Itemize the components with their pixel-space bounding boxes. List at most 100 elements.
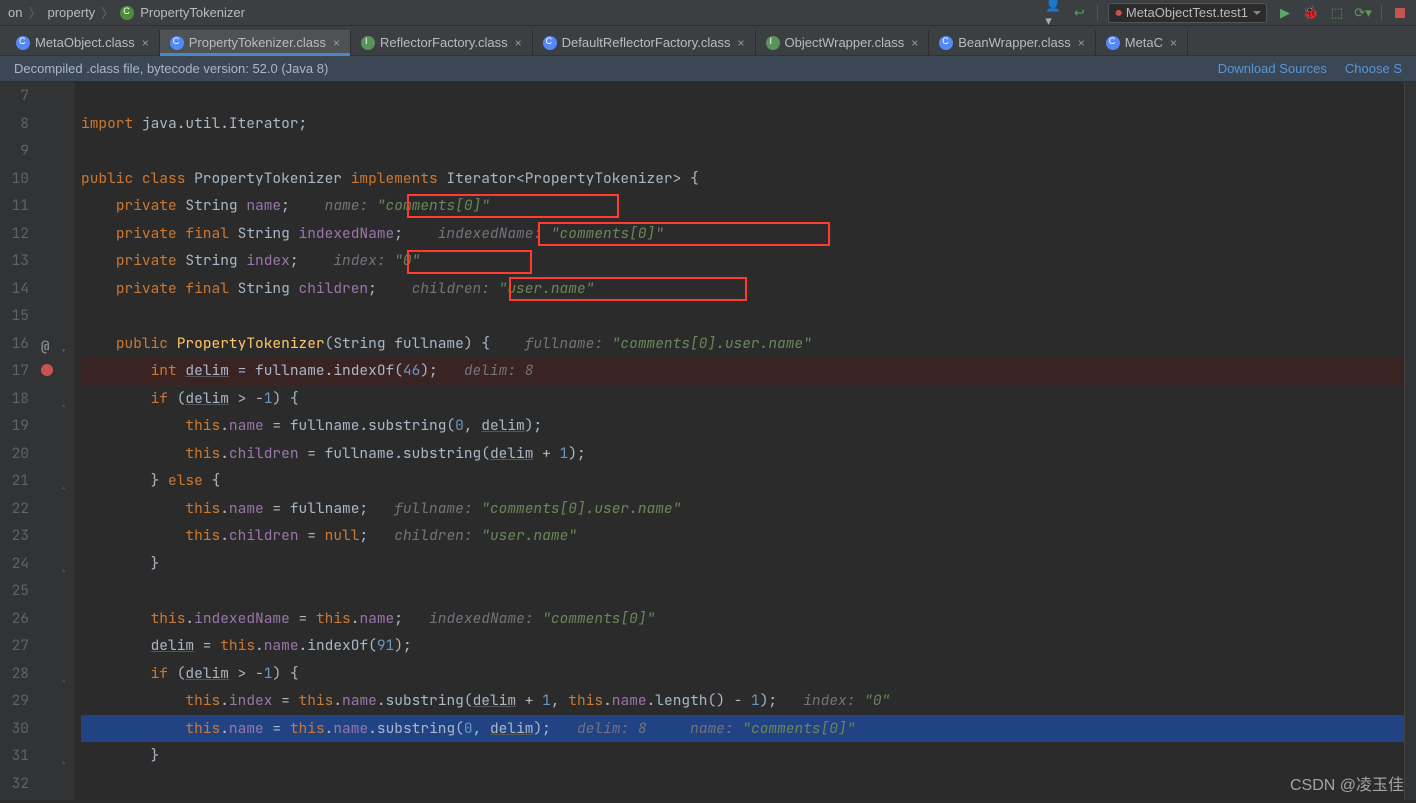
tab-label: PropertyTokenizer.class [189,35,326,50]
code-line[interactable]: } [81,742,1404,770]
close-icon[interactable]: × [738,36,745,50]
code-line[interactable]: this.index = this.name.substring(delim +… [81,687,1404,715]
coverage-button[interactable]: ⬚ [1329,5,1345,21]
line-number[interactable]: 23 [0,522,29,550]
run-config-selector[interactable]: ⏺MetaObjectTest.test1 [1108,3,1267,23]
line-number[interactable]: 15 [0,302,29,330]
code-line[interactable]: this.indexedName = this.name; indexedNam… [81,605,1404,633]
breadcrumb-item[interactable]: PropertyTokenizer [140,5,245,20]
editor-tab[interactable]: MetaC× [1096,30,1188,55]
run-button[interactable]: ▶ [1277,5,1293,21]
line-number[interactable]: 21 [0,467,29,495]
code-line[interactable]: public PropertyTokenizer(String fullname… [81,330,1404,358]
line-number[interactable]: 18 [0,385,29,413]
code-line[interactable]: if (delim > -1) { [81,385,1404,413]
back-icon[interactable]: ↩ [1071,5,1087,21]
line-number[interactable]: 11 [0,192,29,220]
profile-button[interactable]: ⟳▾ [1355,5,1371,21]
line-number[interactable]: 16 [0,330,29,358]
line-number[interactable]: 27 [0,632,29,660]
line-number[interactable]: 25 [0,577,29,605]
code-line[interactable]: this.name = fullname; fullname: "comment… [81,495,1404,523]
code-line[interactable]: this.name = fullname.substring(0, delim)… [81,412,1404,440]
class-icon [170,36,184,50]
editor-tab[interactable]: MetaObject.class × [6,30,160,55]
user-icon[interactable]: 👤▾ [1045,5,1061,21]
line-number[interactable]: 14 [0,275,29,303]
close-icon[interactable]: × [142,36,149,50]
editor-tab[interactable]: ReflectorFactory.class× [351,30,533,55]
line-gutter[interactable]: 7891011121314151617181920212223242526272… [0,82,35,800]
code-line[interactable]: private final String children; children:… [81,275,1404,303]
code-line[interactable]: private String index; index: "0" [81,247,1404,275]
code-line[interactable] [81,82,1404,110]
code-line[interactable]: this.name = this.name.substring(0, delim… [81,715,1404,743]
code-line[interactable] [81,770,1404,798]
tab-label: DefaultReflectorFactory.class [562,35,731,50]
line-number[interactable]: 30 [0,715,29,743]
separator [1097,5,1098,21]
line-number[interactable]: 19 [0,412,29,440]
gutter-icons[interactable]: @▾▵▵▵▵▵ [35,82,75,800]
close-icon[interactable]: × [911,36,918,50]
right-gutter[interactable] [1404,82,1416,800]
close-icon[interactable]: × [515,36,522,50]
line-number[interactable]: 22 [0,495,29,523]
interface-icon [361,36,375,50]
code-line[interactable]: int delim = fullname.indexOf(46); delim:… [81,357,1404,385]
editor-tab[interactable]: DefaultReflectorFactory.class × [533,30,756,55]
line-number[interactable]: 20 [0,440,29,468]
editor-tab[interactable]: PropertyTokenizer.class × [160,30,351,55]
code-line[interactable] [81,137,1404,165]
line-number[interactable]: 31 [0,742,29,770]
editor-tab[interactable]: ObjectWrapper.class× [756,30,930,55]
breadcrumb-item[interactable]: property [47,5,95,20]
line-number[interactable]: 9 [0,137,29,165]
line-number[interactable]: 32 [0,770,29,798]
code-line[interactable]: private final String indexedName; indexe… [81,220,1404,248]
line-number[interactable]: 29 [0,687,29,715]
editor-tabs: MetaObject.class×PropertyTokenizer.class… [0,26,1416,56]
debug-button[interactable]: 🐞 [1303,5,1319,21]
line-number[interactable]: 13 [0,247,29,275]
code-line[interactable]: } else { [81,467,1404,495]
line-number[interactable]: 17 [0,357,29,385]
watermark: CSDN @凌玉佳 [1290,771,1404,795]
chevron-right-icon: 〉 [101,3,114,22]
code-line[interactable]: this.children = fullname.substring(delim… [81,440,1404,468]
separator [1381,5,1382,21]
close-icon[interactable]: × [333,36,340,50]
line-number[interactable]: 8 [0,110,29,138]
close-icon[interactable]: × [1078,36,1085,50]
tab-label: BeanWrapper.class [958,35,1071,50]
override-icon[interactable]: @ [41,334,55,348]
stop-button[interactable] [1392,5,1408,21]
code-area[interactable]: import java.util.Iterator; public class P… [75,82,1404,800]
download-sources-link[interactable]: Download Sources [1218,61,1327,76]
class-icon [16,36,30,50]
code-line[interactable]: this.children = null; children: "user.na… [81,522,1404,550]
editor[interactable]: 7891011121314151617181920212223242526272… [0,82,1416,800]
choose-sources-link[interactable]: Choose S [1345,61,1402,76]
code-line[interactable]: public class PropertyTokenizer implement… [81,165,1404,193]
code-line[interactable]: } [81,550,1404,578]
code-line[interactable] [81,577,1404,605]
close-icon[interactable]: × [1170,36,1177,50]
code-line[interactable]: if (delim > -1) { [81,660,1404,688]
editor-tab[interactable]: BeanWrapper.class × [929,30,1096,55]
code-line[interactable] [81,302,1404,330]
line-number[interactable]: 7 [0,82,29,110]
breadcrumb-item[interactable]: on [8,5,22,20]
line-number[interactable]: 12 [0,220,29,248]
line-number[interactable]: 10 [0,165,29,193]
line-number[interactable]: 28 [0,660,29,688]
class-icon [1106,36,1120,50]
code-line[interactable]: delim = this.name.indexOf(91); [81,632,1404,660]
code-line[interactable]: import java.util.Iterator; [81,110,1404,138]
line-number[interactable]: 24 [0,550,29,578]
tab-label: MetaObject.class [35,35,135,50]
line-number[interactable]: 26 [0,605,29,633]
breakpoint-icon[interactable] [41,364,53,376]
code-line[interactable]: private String name; name: "comments[0]" [81,192,1404,220]
breadcrumb[interactable]: on 〉 property 〉 PropertyTokenizer [8,3,245,22]
